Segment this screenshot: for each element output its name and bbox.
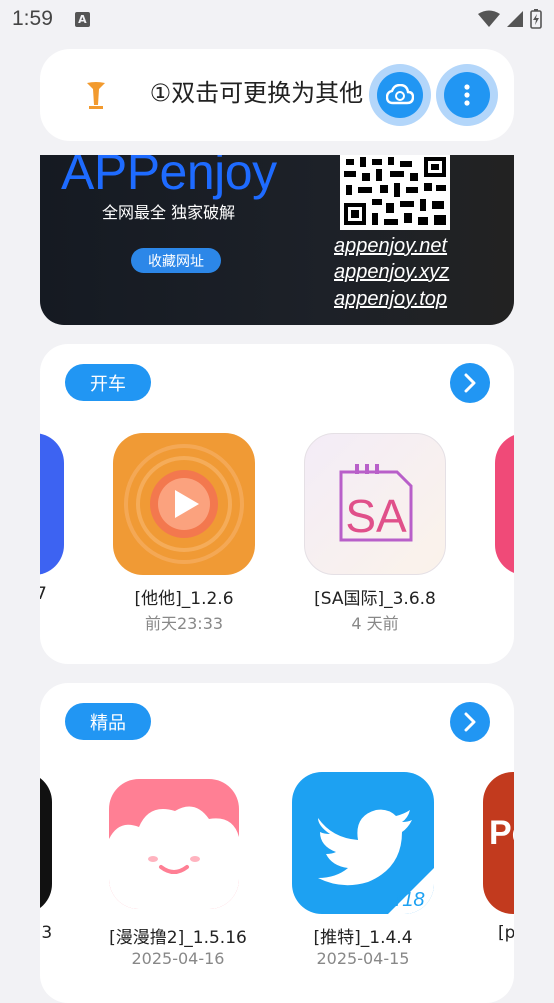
- app-icon-manmanlu[interactable]: [109, 779, 239, 909]
- app-name-partial-right: [p: [498, 923, 514, 943]
- section-more-button[interactable]: [450, 363, 490, 403]
- section-label[interactable]: 精品: [65, 703, 151, 740]
- app-logo-icon: [87, 82, 105, 109]
- app-name-partial-left: .3: [40, 923, 53, 943]
- app-date: 2025-04-15: [316, 949, 410, 968]
- play-disc-icon: [124, 444, 244, 564]
- section-card-jingpin: 精品 .3 [漫漫撸2]_1.5.16 2025-04-16 r18 [推特]_…: [40, 683, 514, 1003]
- app-date: 前天23:33: [144, 614, 224, 633]
- app-name-partial-left: 7: [40, 584, 47, 604]
- banner-brand: APPenjoy: [61, 155, 277, 200]
- app-icon-twitter[interactable]: r18: [292, 772, 434, 914]
- svg-text:SA: SA: [345, 490, 407, 542]
- app-name: [推特]_1.4.4: [313, 928, 413, 948]
- sa-logo-icon: SA: [339, 464, 413, 542]
- cloud-face-icon: [109, 806, 239, 909]
- wifi-icon: [478, 10, 500, 27]
- app-icon-partial-left[interactable]: [40, 433, 64, 575]
- cloud-sync-icon: [386, 84, 414, 105]
- banner-url-3[interactable]: appenjoy.top: [334, 288, 447, 311]
- banner-tagline: 全网最全 独家破解: [102, 203, 236, 222]
- banner-url-1[interactable]: appenjoy.net: [334, 235, 447, 258]
- app-icon-partial-right[interactable]: [495, 433, 514, 575]
- app-name: [他他]_1.2.6: [134, 589, 234, 609]
- svg-text:r18: r18: [396, 889, 425, 911]
- banner-url-2[interactable]: appenjoy.xyz: [334, 261, 449, 284]
- signal-icon: [507, 11, 523, 27]
- app-icon-partial-right[interactable]: Pe: [483, 772, 514, 914]
- app-date: 2025-04-16: [131, 949, 225, 968]
- sim-notification-icon: A: [74, 11, 90, 27]
- status-right-icons: [478, 9, 542, 29]
- section-card-kaiche: 开车 7 [他他]_1.2.6 前天23:33 SA [SA国际]_3.6.8 …: [40, 344, 514, 664]
- status-time: 1:59: [12, 7, 53, 30]
- section-label[interactable]: 开车: [65, 364, 151, 401]
- favorite-url-button[interactable]: 收藏网址: [131, 248, 221, 273]
- more-button[interactable]: [436, 64, 498, 126]
- promo-banner[interactable]: APPenjoy 全网最全 独家破解 收藏网址 appenjoy.net app…: [40, 155, 514, 325]
- qr-code-icon: [340, 155, 450, 230]
- marquee-text: 冲冲冲冲冲！ ①双击可更换为其他: [150, 79, 364, 107]
- app-date: 4 天前: [351, 614, 399, 633]
- chevron-right-icon: [464, 373, 476, 393]
- battery-charging-icon: [530, 9, 542, 29]
- bird-icon: r18: [318, 809, 434, 914]
- section-more-button[interactable]: [450, 702, 490, 742]
- app-icon-partial-left[interactable]: [40, 772, 52, 914]
- chevron-right-icon: [464, 712, 476, 732]
- status-bar: 1:59 A: [0, 0, 554, 38]
- app-name: [SA国际]_3.6.8: [314, 589, 436, 609]
- top-bar: 冲冲冲冲冲！ ①双击可更换为其他: [40, 49, 514, 141]
- partial-icon-text: Pe: [489, 814, 514, 852]
- more-vertical-icon: [464, 84, 470, 106]
- app-name: [漫漫撸2]_1.5.16: [109, 928, 247, 948]
- app-icon-tata[interactable]: [113, 433, 255, 575]
- app-icon-sa[interactable]: SA: [304, 433, 446, 575]
- cloud-button[interactable]: [369, 64, 431, 126]
- marquee-notice[interactable]: 冲冲冲冲冲！ ①双击可更换为其他: [150, 71, 395, 115]
